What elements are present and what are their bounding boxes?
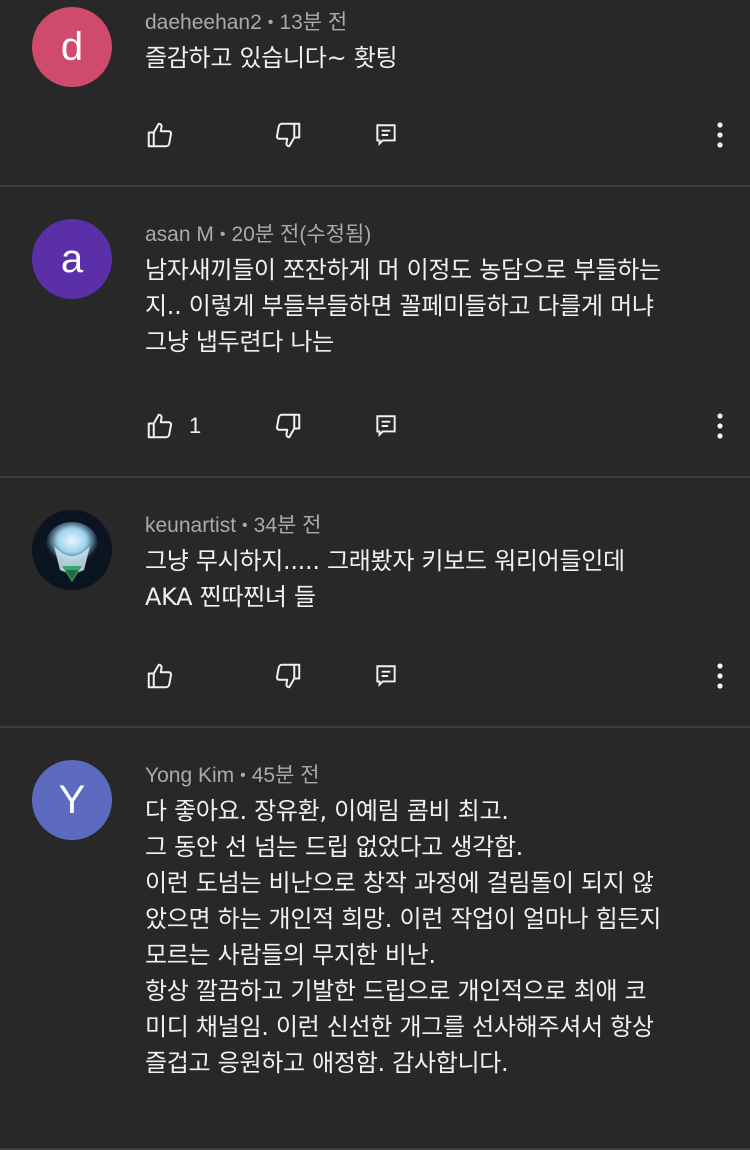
reply-button[interactable] [373, 663, 413, 689]
reply-icon [376, 665, 396, 688]
comment-text: 남자새끼들이 쪼잔하게 머 이정도 농담으로 부들하는 지.. 이렇게 부들부들… [145, 256, 661, 356]
like-button[interactable] [145, 120, 273, 150]
comment-meta: daeheehan2 • 13분 전 [145, 8, 720, 38]
comment-time: 20분 전(수정됨) [231, 223, 372, 246]
avatar-letter: a [60, 237, 84, 281]
comment-item: a asan M • 20분 전(수정됨) 남자새끼들이 쪼잔하게 머 이정도 농담… [0, 187, 750, 478]
dislike-button[interactable] [273, 120, 373, 150]
comment-item: d daeheehan2 • 13분 전 즐감하고 있습니다~ 홧팅 [0, 0, 750, 187]
comment-actions [145, 656, 730, 696]
comment-item: Y Yong Kim • 45분 전 다 좋아요. 장유환, 이예림 콤비 최고. … [0, 728, 750, 1150]
reply-button[interactable] [373, 413, 413, 439]
more-vert-icon [717, 663, 723, 689]
comment-text: 다 좋아요. 장유환, 이예림 콤비 최고. 그 동안 선 넘는 드립 없었다고… [145, 797, 662, 1077]
reply-button[interactable] [373, 122, 413, 148]
like-count: 1 [189, 413, 202, 438]
more-options-button[interactable] [710, 121, 730, 149]
comment-meta: asan M • 20분 전(수정됨) [145, 220, 720, 250]
thumbs-down-icon [275, 413, 301, 439]
separator-dot: • [219, 226, 226, 243]
thumbs-up-icon [147, 122, 173, 148]
separator-dot: • [242, 517, 248, 534]
avatar[interactable] [32, 510, 112, 590]
comment-time: 34분 전 [253, 514, 322, 537]
author-name[interactable]: Yong Kim [145, 764, 234, 787]
separator-dot: • [240, 767, 246, 784]
comment-actions [145, 115, 730, 155]
dislike-button[interactable] [273, 411, 373, 441]
like-button[interactable]: 1 [145, 411, 273, 441]
more-vert-icon [717, 413, 723, 439]
author-name[interactable]: daeheehan2 [145, 11, 262, 34]
avatar-letter: d [60, 25, 84, 69]
author-name[interactable]: asan M [145, 223, 214, 246]
thumbs-down-icon [275, 663, 301, 689]
profile-picture-icon [32, 510, 112, 590]
avatar[interactable]: a [32, 219, 112, 299]
more-options-button[interactable] [710, 662, 730, 690]
avatar[interactable]: d [32, 7, 112, 87]
comment-text: 그냥 무시하지..... 그래봤자 키보드 워리어들인데 AKA 찐따찐녀 들 [145, 547, 625, 611]
thumbs-up-icon [147, 663, 173, 689]
more-vert-icon [717, 122, 723, 148]
comment-meta: keunartist • 34분 전 [145, 511, 720, 541]
comment-text: 즐감하고 있습니다~ 홧팅 [145, 44, 398, 72]
author-name[interactable]: keunartist [145, 514, 236, 537]
comment-meta: Yong Kim • 45분 전 [145, 761, 720, 791]
thumbs-up-icon [147, 413, 173, 439]
avatar[interactable]: Y [32, 760, 112, 840]
comment-time: 13분 전 [279, 11, 348, 34]
more-options-button[interactable] [710, 412, 730, 440]
separator-dot: • [267, 14, 274, 31]
thumbs-down-icon [275, 122, 301, 148]
reply-icon [376, 415, 396, 438]
comment-item: keunartist • 34분 전 그냥 무시하지..... 그래봤자 키보드 워… [0, 478, 750, 728]
like-button[interactable] [145, 661, 273, 691]
avatar-letter: Y [58, 778, 86, 822]
comment-time: 45분 전 [251, 764, 320, 787]
dislike-button[interactable] [273, 661, 373, 691]
reply-icon [376, 124, 396, 147]
comment-actions: 1 [145, 406, 730, 446]
